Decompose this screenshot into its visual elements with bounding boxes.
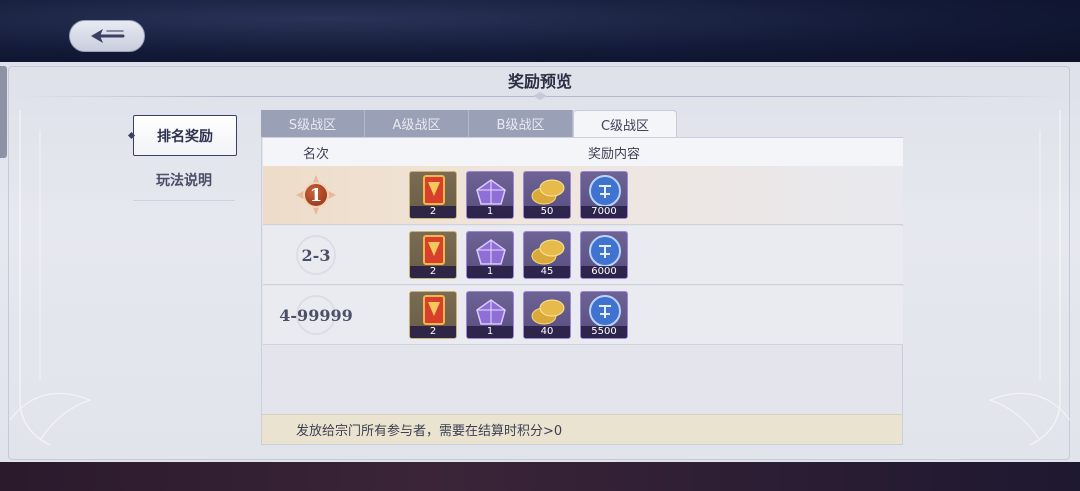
top-bar (0, 0, 1080, 62)
rank-column-header: 名次 (302, 146, 329, 162)
first-place-medal-icon: 1 (296, 175, 336, 215)
item-count: 1 (467, 206, 513, 218)
item-count: 2 (410, 206, 456, 218)
rewards-column-header: 奖励内容 (587, 146, 640, 162)
gold-coins-icon[interactable]: 40 (523, 291, 571, 339)
side-nav: 排名奖励 玩法说明 (133, 115, 237, 201)
item-count: 40 (524, 326, 570, 338)
rank-cell: 2-3 (263, 226, 369, 285)
purple-crystal-chest-icon[interactable]: 1 (466, 171, 514, 219)
red-banner-token-icon[interactable]: 2 (409, 231, 457, 279)
red-banner-token-icon[interactable]: 2 (409, 171, 457, 219)
side-item-label: 玩法说明 (156, 173, 212, 189)
back-arrow-icon (91, 29, 125, 43)
reward-list: 2 1 45 6000 (409, 231, 628, 279)
item-count: 2 (410, 326, 456, 338)
item-count: 2 (410, 266, 456, 278)
right-ornament (988, 110, 1071, 446)
gold-coins-icon[interactable]: 50 (523, 171, 571, 219)
rank-value: 2-3 (301, 245, 331, 265)
item-count: 50 (524, 206, 570, 218)
rank-value: 4-99999 (279, 305, 353, 325)
blue-spirit-coin-icon[interactable]: 5500 (580, 291, 628, 339)
zone-tabs: S级战区 A级战区 B级战区 C级战区 (261, 110, 677, 137)
tab-label: S级战区 (288, 118, 337, 133)
rank-cell: 1 (263, 166, 369, 225)
item-count: 7000 (581, 206, 627, 218)
rank-cell: 4-99999 (263, 286, 369, 345)
purple-crystal-chest-icon[interactable]: 1 (466, 291, 514, 339)
tab-label: C级战区 (600, 118, 650, 134)
purple-crystal-chest-icon[interactable]: 1 (466, 231, 514, 279)
tab-c-zone[interactable]: C级战区 (573, 110, 677, 137)
item-count: 5500 (581, 326, 627, 338)
left-ornament (9, 110, 92, 446)
tab-s-zone[interactable]: S级战区 (261, 110, 365, 137)
reward-note: 发放给宗门所有参与者，需要在结算时积分>0 (262, 414, 902, 444)
blue-spirit-coin-icon[interactable]: 6000 (580, 231, 628, 279)
table-row: 2-3 2 1 45 6000 (263, 226, 903, 285)
blue-spirit-coin-icon[interactable]: 7000 (580, 171, 628, 219)
item-count: 45 (524, 266, 570, 278)
item-count: 6000 (581, 266, 627, 278)
footer-note-text: 发放给宗门所有参与者，需要在结算时积分>0 (296, 424, 563, 439)
item-count: 1 (467, 326, 513, 338)
tab-label: A级战区 (392, 118, 441, 133)
side-item-label: 排名奖励 (157, 128, 213, 145)
rank-value: 1 (303, 182, 329, 208)
side-item-gameplay-guide[interactable]: 玩法说明 (133, 160, 235, 201)
tab-a-zone[interactable]: A级战区 (365, 110, 469, 137)
item-count: 1 (467, 266, 513, 278)
reward-list: 2 1 50 7000 (409, 171, 628, 219)
tab-label: B级战区 (496, 118, 545, 133)
table-row: 1 2 1 50 7000 (263, 166, 903, 225)
reward-list: 2 1 40 5500 (409, 291, 628, 339)
red-banner-token-icon[interactable]: 2 (409, 291, 457, 339)
page-title: 奖励预览 (507, 72, 572, 91)
back-button[interactable] (69, 20, 145, 52)
tab-b-zone[interactable]: B级战区 (469, 110, 573, 137)
table-row: 4-99999 2 1 40 5500 (263, 286, 903, 345)
side-item-ranking-rewards[interactable]: 排名奖励 (133, 115, 237, 156)
bottom-background-strip (0, 462, 1080, 491)
gold-coins-icon[interactable]: 45 (523, 231, 571, 279)
table-header: 名次 奖励内容 (263, 138, 903, 166)
reward-table: 名次 奖励内容 1 2 1 50 7000 2-3 2 1 45 6000 4-… (261, 137, 903, 445)
